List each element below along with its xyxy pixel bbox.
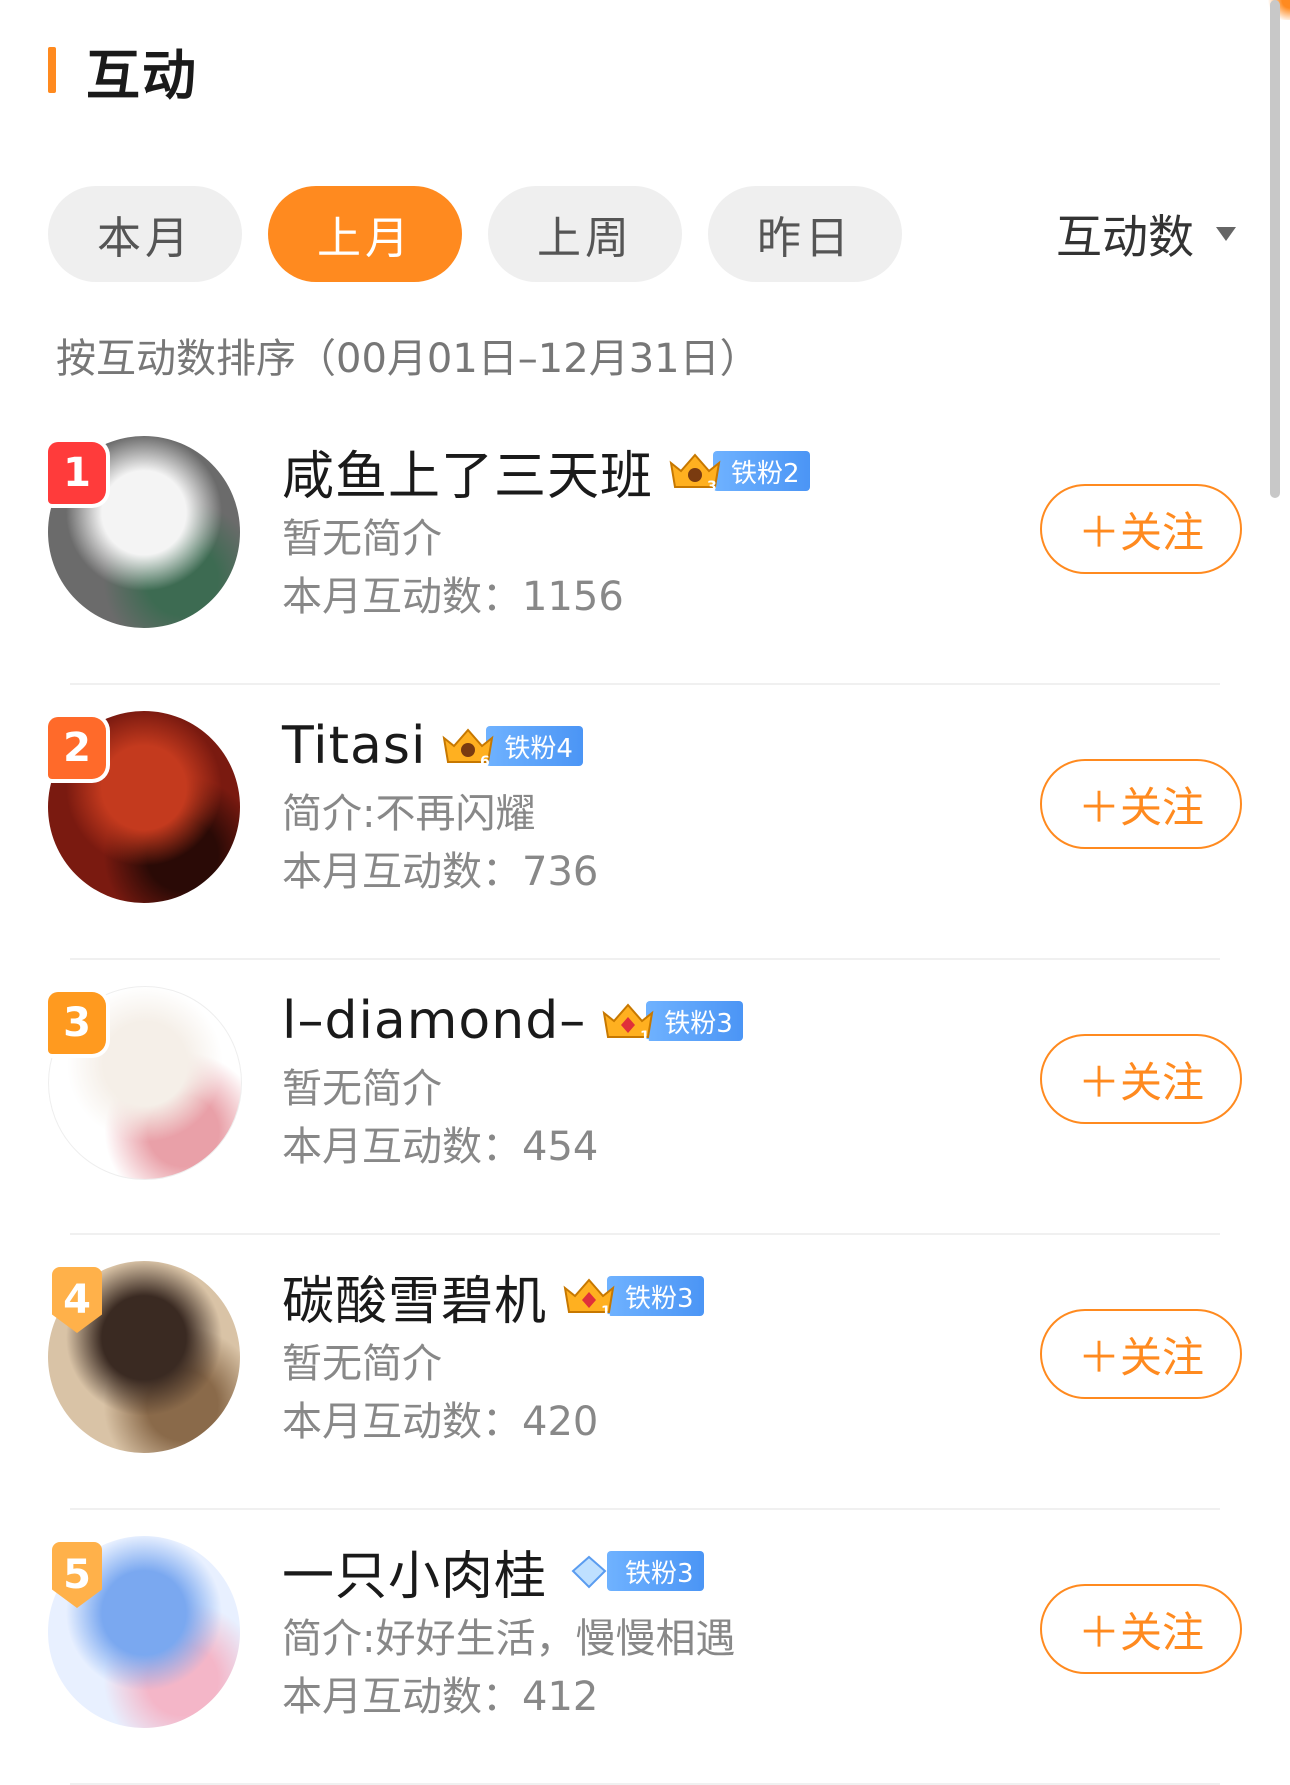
- diamond-icon: [571, 1555, 607, 1589]
- rank-badge: 1: [48, 442, 106, 504]
- tab-this-month[interactable]: 本月: [48, 186, 242, 282]
- list-item[interactable]: 3 l–diamond– 1 铁粉3 暂无简介 本月互动数：454 ＋关注: [0, 960, 1290, 1235]
- fan-badge-label: 铁粉3: [646, 1001, 743, 1041]
- list-item[interactable]: 2 Titasi 6 铁粉4 简介:不再闪耀 本月互动数：736 ＋关注: [0, 685, 1290, 960]
- interaction-ranking-list: 1 咸鱼上了三天班 3 铁粉2 暂无简介 本月互动数：1156 ＋关注 2 Ti…: [0, 410, 1290, 1785]
- follow-button[interactable]: ＋关注: [1040, 1584, 1242, 1674]
- crown-icon: 1: [602, 1003, 654, 1043]
- fan-badge: 铁粉3: [561, 1551, 704, 1591]
- header-accent-bar: [48, 47, 56, 93]
- user-bio: 简介:好好生活，慢慢相遇: [282, 1616, 736, 1662]
- fan-badge-label: 铁粉2: [713, 451, 810, 491]
- rank-badge: 2: [48, 717, 106, 779]
- crown-icon: 1: [563, 1278, 615, 1318]
- interaction-count: 本月互动数：454: [282, 1124, 599, 1170]
- tab-last-month[interactable]: 上月: [268, 186, 462, 282]
- fan-badge-label: 铁粉3: [607, 1276, 704, 1316]
- page-title: 互动: [86, 43, 198, 107]
- sort-dropdown[interactable]: 互动数: [1056, 196, 1236, 272]
- crown-icon: 3: [669, 453, 721, 493]
- list-item[interactable]: 4 碳酸雪碧机 1 铁粉3 暂无简介 本月互动数：420 ＋关注: [0, 1235, 1290, 1510]
- username[interactable]: 碳酸雪碧机: [282, 1259, 547, 1334]
- badge-level: 6: [480, 754, 490, 768]
- badge-level: 1: [601, 1304, 611, 1318]
- username[interactable]: Titasi: [282, 716, 426, 776]
- rank-badge: 3: [48, 992, 106, 1054]
- username[interactable]: l–diamond–: [282, 991, 586, 1051]
- badge-level: 3: [707, 479, 717, 493]
- username[interactable]: 咸鱼上了三天班: [282, 434, 653, 509]
- user-bio: 暂无简介: [282, 1341, 442, 1387]
- tab-last-week[interactable]: 上周: [488, 186, 682, 282]
- follow-button[interactable]: ＋关注: [1040, 484, 1242, 574]
- sort-label: 互动数: [1056, 210, 1194, 264]
- fan-badge-label: 铁粉4: [486, 726, 583, 766]
- list-item[interactable]: 5 一只小肉桂 铁粉3 简介:好好生活，慢慢相遇 本月互动数：412 ＋关注: [0, 1510, 1290, 1785]
- fan-badge: 1 铁粉3: [600, 1001, 743, 1043]
- fan-badge: 1 铁粉3: [561, 1276, 704, 1318]
- interaction-count: 本月互动数：1156: [282, 574, 624, 620]
- fan-badge-label: 铁粉3: [607, 1551, 704, 1591]
- user-bio: 简介:不再闪耀: [282, 791, 536, 837]
- fan-badge: 6 铁粉4: [440, 726, 583, 768]
- interaction-count: 本月互动数：412: [282, 1674, 599, 1720]
- follow-button[interactable]: ＋关注: [1040, 1309, 1242, 1399]
- crown-icon: 6: [442, 728, 494, 768]
- follow-button[interactable]: ＋关注: [1040, 759, 1242, 849]
- user-bio: 暂无简介: [282, 516, 442, 562]
- sort-description: 按互动数排序（00月01日–12月31日）: [56, 336, 760, 382]
- section-header: 互动: [48, 38, 198, 107]
- list-item[interactable]: 1 咸鱼上了三天班 3 铁粉2 暂无简介 本月互动数：1156 ＋关注: [0, 410, 1290, 685]
- tab-yesterday[interactable]: 昨日: [708, 186, 902, 282]
- period-tabs: 本月 上月 上周 昨日: [48, 186, 902, 282]
- fan-badge: 3 铁粉2: [667, 451, 810, 493]
- user-bio: 暂无简介: [282, 1066, 442, 1112]
- interaction-count: 本月互动数：420: [282, 1399, 599, 1445]
- caret-down-icon: [1216, 227, 1236, 241]
- interaction-count: 本月互动数：736: [282, 849, 599, 895]
- follow-button[interactable]: ＋关注: [1040, 1034, 1242, 1124]
- username[interactable]: 一只小肉桂: [282, 1534, 547, 1609]
- badge-level: 1: [640, 1029, 650, 1043]
